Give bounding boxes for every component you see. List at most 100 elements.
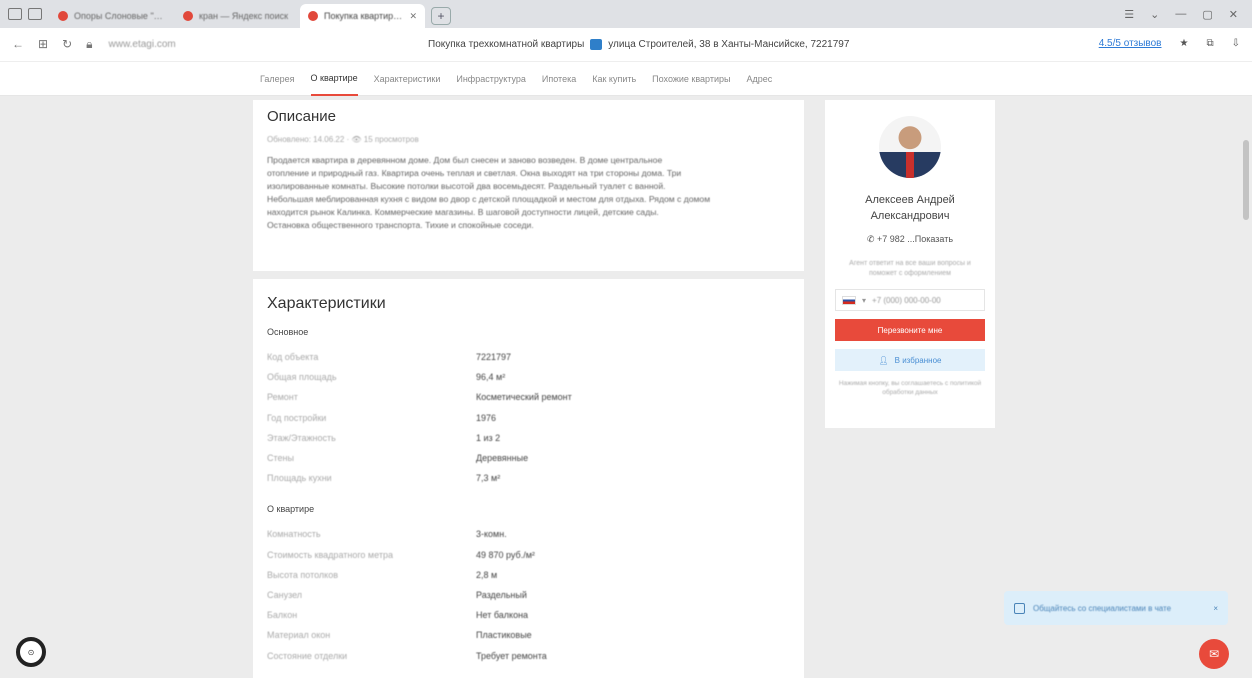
browser-tab-2[interactable]: кран — Яндекс поиск — [175, 4, 300, 28]
group-title-main: Основное — [267, 327, 309, 337]
russia-flag-icon[interactable] — [842, 295, 856, 305]
page-title-bar[interactable]: Покупка трехкомнатной квартиры улица Стр… — [428, 39, 849, 50]
page-address: улица Строителей, 38 в Ханты-Мансийске, … — [608, 39, 850, 50]
char-key: Балкон — [267, 610, 298, 621]
char-value: 2,8 м — [476, 569, 498, 580]
menu-icon[interactable]: ☰ — [1124, 8, 1134, 21]
minimize-button[interactable]: — — [1175, 8, 1186, 20]
bookmark-star-icon[interactable]: ★ — [1180, 38, 1189, 49]
characteristics-card: Характеристики Основное Код объекта 72217… — [253, 279, 804, 678]
browser-tab-3-active[interactable]: Покупка квартиры / ... ✕ — [300, 4, 425, 28]
characteristics-title: Характеристики — [267, 295, 386, 312]
char-value: 1 из 2 — [476, 432, 501, 443]
char-key: Состояние отделки — [267, 650, 348, 661]
bookmarks-icon[interactable]: ⊞ — [38, 37, 48, 52]
char-value: Деревянные — [476, 453, 529, 464]
char-key: Код объекта — [267, 352, 319, 363]
agent-note: Агент ответит на все ваши вопросы и помо… — [849, 260, 971, 277]
agent-avatar — [879, 116, 941, 178]
char-row: Состояние отделки Требует ремонта — [267, 645, 790, 665]
char-value: Косметический ремонт — [476, 392, 572, 403]
tab-overview-icon[interactable] — [28, 8, 42, 20]
nav-buttons: ← ⊞ ↻ 🔒︎ — [0, 37, 93, 52]
agent-name-line1[interactable]: Алексеев Андрей — [835, 192, 985, 208]
address-bar: ← ⊞ ↻ 🔒︎ www.etagi.com Покупка трехкомна… — [0, 28, 1252, 62]
url-domain[interactable]: www.etagi.com — [109, 39, 176, 50]
nav-item-about[interactable]: О квартире — [310, 62, 358, 96]
section-nav: Галерея О квартире Характеристики Инфрас… — [0, 62, 1252, 96]
window-system-icons — [0, 0, 50, 28]
char-key: Комнатность — [267, 529, 321, 540]
browser-tabstrip: Опоры Слоновые "4 ... кран — Яндекс поис… — [0, 0, 1252, 28]
accessibility-button[interactable]: ⊙ — [16, 637, 46, 667]
nav-item-characteristics[interactable]: Характеристики — [374, 62, 441, 96]
agent-phone-link[interactable]: ✆ +7 982 ...Показать — [835, 234, 985, 245]
agent-footer-note: Нажимая кнопку, вы соглашаетесь с полити… — [838, 380, 982, 396]
collapse-icon[interactable]: ⌄ — [1150, 8, 1159, 21]
nav-item-how-to-buy[interactable]: Как купить — [592, 62, 636, 96]
chat-popup[interactable]: Общайтесь со специалистами в чате × — [1004, 591, 1228, 625]
chevron-down-icon[interactable]: ▾ — [862, 296, 866, 305]
extensions-icon[interactable]: ⧉ — [1206, 38, 1213, 49]
description-line: Продается квартира в деревянном доме. До… — [267, 155, 663, 165]
nav-item-similar[interactable]: Похожие квартиры — [652, 62, 730, 96]
char-row: Общая площадь 96,4 м² — [267, 367, 790, 387]
char-row: Стоимость квадратного метра 49 870 руб./м… — [267, 545, 790, 565]
char-key: Высота потолков — [267, 569, 338, 580]
char-value: 7,3 м² — [476, 473, 501, 484]
rating-link[interactable]: 4.5/5 отзывов — [1099, 38, 1162, 49]
char-value: 3-комн. — [476, 529, 507, 540]
char-key: Санузел — [267, 589, 303, 600]
description-text: Продается квартира в деревянном доме. До… — [267, 154, 790, 232]
chat-popup-close-icon[interactable]: × — [1213, 604, 1218, 613]
nav-item-gallery[interactable]: Галерея — [260, 62, 295, 96]
tab-favicon-icon — [183, 11, 193, 21]
back-icon[interactable]: ← — [12, 37, 24, 52]
user-icon: 👤︎ — [878, 355, 889, 365]
char-key: Стоимость квадратного метра — [267, 549, 393, 560]
char-key: Ремонт — [267, 392, 298, 403]
char-row: Площадь кухни 7,3 м² — [267, 468, 790, 488]
favorite-button-label: В избранное — [894, 355, 942, 365]
close-window-button[interactable]: ✕ — [1229, 8, 1238, 21]
char-row: Балкон Нет балкона — [267, 605, 790, 625]
char-key: Год постройки — [267, 412, 327, 423]
page-title: Покупка трехкомнатной квартиры — [428, 39, 585, 50]
window-controls: ☰ ⌄ — ▢ ✕ — [1124, 0, 1252, 28]
page-scrollbar[interactable] — [1240, 96, 1252, 678]
scrollbar-thumb[interactable] — [1243, 140, 1249, 220]
right-tools: 4.5/5 отзывов ★ ⧉ ⇩ — [1099, 38, 1240, 49]
accessibility-icon: ⊙ — [27, 647, 35, 657]
description-card: Описание Обновлено: 14.06.22 · 👁 15 прос… — [253, 100, 804, 271]
reload-icon[interactable]: ↻ — [62, 37, 72, 52]
description-title: Описание — [267, 108, 337, 125]
site-badge-icon — [590, 39, 603, 50]
chat-bubble-icon: ✉ — [1208, 647, 1220, 661]
description-line: Небольшая меблированная кухня с видом во… — [267, 194, 711, 204]
char-value: 49 870 руб./м² — [476, 549, 535, 560]
phone-input-field[interactable]: ▾ +7 (000) 000-00-00 — [835, 289, 985, 311]
chat-fab-button[interactable]: ✉ — [1199, 639, 1229, 669]
favorite-button[interactable]: 👤︎ В избранное — [835, 349, 985, 371]
char-row: Материал окон Пластиковые — [267, 625, 790, 645]
nav-item-mortgage[interactable]: Ипотека — [542, 62, 576, 96]
sidebar-toggle-icon[interactable] — [8, 8, 22, 20]
chat-icon — [1014, 602, 1025, 614]
download-icon[interactable]: ⇩ — [1232, 38, 1240, 49]
char-row: Год постройки 1976 — [267, 408, 790, 428]
agent-name-line2[interactable]: Александрович — [835, 208, 985, 224]
char-key: Площадь кухни — [267, 473, 332, 484]
new-tab-button[interactable]: + — [431, 7, 451, 25]
maximize-button[interactable]: ▢ — [1202, 8, 1212, 21]
nav-item-infrastructure[interactable]: Инфраструктура — [456, 62, 526, 96]
browser-tab-1[interactable]: Опоры Слоновые "4 ... — [50, 4, 175, 28]
tab-close-icon[interactable]: ✕ — [409, 11, 417, 22]
tab-favicon-icon — [308, 11, 318, 21]
char-value: Нет балкона — [476, 610, 529, 621]
nav-item-address[interactable]: Адрес — [746, 62, 772, 96]
char-row: Стены Деревянные — [267, 448, 790, 468]
agent-phone: +7 982 ...Показать — [877, 234, 954, 244]
char-key: Общая площадь — [267, 372, 337, 383]
callback-button[interactable]: Перезвоните мне — [835, 319, 985, 341]
group-title-apartment: О квартире — [267, 504, 315, 515]
